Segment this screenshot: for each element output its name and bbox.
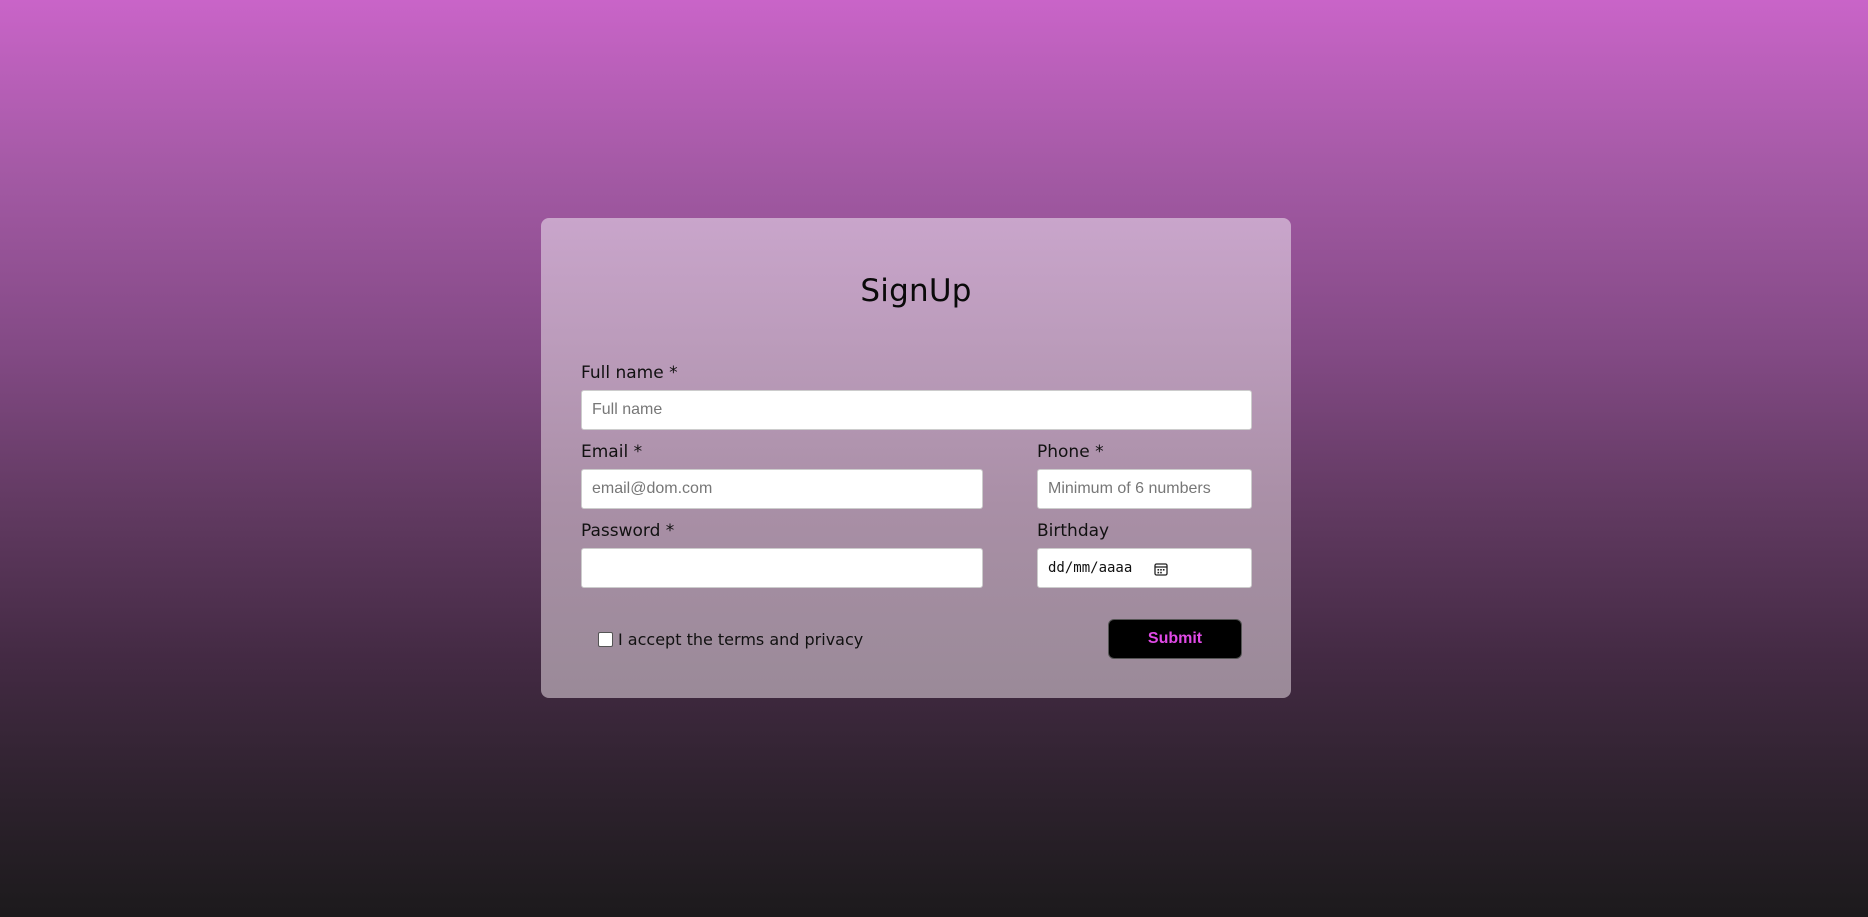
full-name-label: Full name * <box>581 363 678 383</box>
signup-card: SignUp Full name * Email * Phone * Passw… <box>541 218 1291 698</box>
submit-button[interactable]: Submit <box>1108 619 1242 659</box>
email-label: Email * <box>581 442 643 462</box>
terms-label[interactable]: I accept the terms and privacy <box>618 630 863 649</box>
password-input[interactable] <box>581 548 983 588</box>
calendar-icon[interactable] <box>1154 561 1168 576</box>
page-title: SignUp <box>860 273 972 309</box>
terms-checkbox[interactable] <box>598 632 613 647</box>
phone-label: Phone * <box>1037 442 1104 462</box>
birthday-input[interactable]: dd/mm/aaaa <box>1037 548 1252 588</box>
full-name-input[interactable] <box>581 390 1252 430</box>
email-input[interactable] <box>581 469 983 509</box>
password-label: Password * <box>581 521 675 541</box>
terms-row: I accept the terms and privacy <box>598 630 863 649</box>
birthday-value: dd/mm/aaaa <box>1048 560 1133 576</box>
phone-input[interactable] <box>1037 469 1252 509</box>
birthday-label: Birthday <box>1037 521 1110 541</box>
